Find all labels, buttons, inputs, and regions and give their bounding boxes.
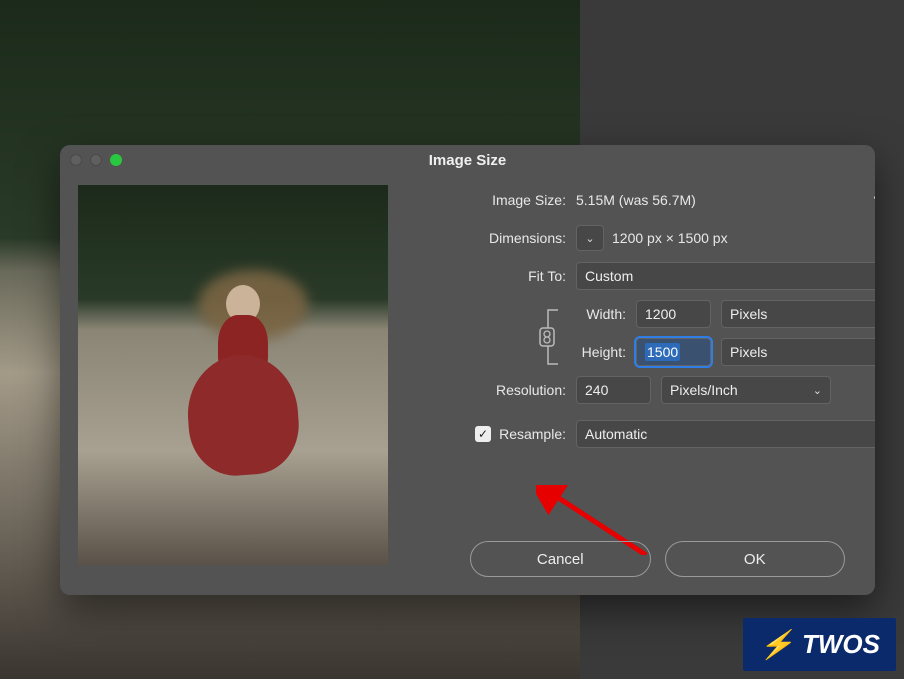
image-size-form: . Image Size: 5.15M (was 56.7M) Dimensio… (406, 185, 875, 565)
fit-to-label: Fit To: (406, 268, 576, 284)
resolution-label: Resolution: (406, 382, 576, 398)
image-size-label: Image Size: (406, 192, 576, 208)
gear-icon[interactable]: . (873, 191, 875, 209)
dimensions-value: 1200 px × 1500 px (612, 230, 728, 246)
width-unit-select[interactable]: Pixels ⌄ (721, 300, 875, 328)
dimensions-unit-dropdown[interactable]: ⌄ (576, 225, 604, 251)
resolution-unit-value: Pixels/Inch (670, 382, 738, 398)
chevron-down-icon: ⌄ (873, 428, 875, 441)
dimensions-label: Dimensions: (406, 230, 576, 246)
resample-checkbox[interactable]: ✓ (475, 426, 491, 442)
chevron-down-icon: ⌄ (873, 346, 875, 359)
constrain-proportions-toggle[interactable] (536, 304, 566, 370)
cancel-button[interactable]: Cancel (470, 541, 651, 577)
resample-method-value: Automatic (585, 426, 647, 442)
ok-button[interactable]: OK (665, 541, 846, 577)
resolution-unit-select[interactable]: Pixels/Inch ⌄ (661, 376, 831, 404)
height-unit-select[interactable]: Pixels ⌄ (721, 338, 875, 366)
image-size-dialog: Image Size . Image Size: 5.15M (was 56.7… (60, 145, 875, 595)
height-label: Height: (576, 344, 636, 360)
watermark-logo: ⚡ TWOS (743, 618, 896, 671)
image-preview (78, 185, 388, 565)
resolution-input[interactable]: 240 (576, 376, 651, 404)
resample-label: Resample: (499, 426, 566, 442)
resample-method-select[interactable]: Automatic ⌄ (576, 420, 875, 448)
height-unit-value: Pixels (730, 344, 767, 360)
dialog-titlebar: Image Size (60, 145, 875, 175)
width-unit-value: Pixels (730, 306, 767, 322)
fit-to-value: Custom (585, 268, 633, 284)
height-input[interactable]: 1500 (636, 338, 711, 366)
lightning-icon: ⚡ (759, 628, 794, 661)
chevron-down-icon: ⌄ (585, 232, 594, 245)
width-label: Width: (576, 306, 636, 322)
chevron-down-icon: ⌄ (873, 270, 875, 283)
image-size-value: 5.15M (was 56.7M) (576, 192, 696, 208)
chevron-down-icon: ⌄ (873, 308, 875, 321)
watermark-text: TWOS (802, 629, 880, 660)
fit-to-select[interactable]: Custom ⌄ (576, 262, 875, 290)
width-input[interactable]: 1200 (636, 300, 711, 328)
chevron-down-icon: ⌄ (813, 384, 822, 397)
dialog-title: Image Size (60, 152, 875, 169)
